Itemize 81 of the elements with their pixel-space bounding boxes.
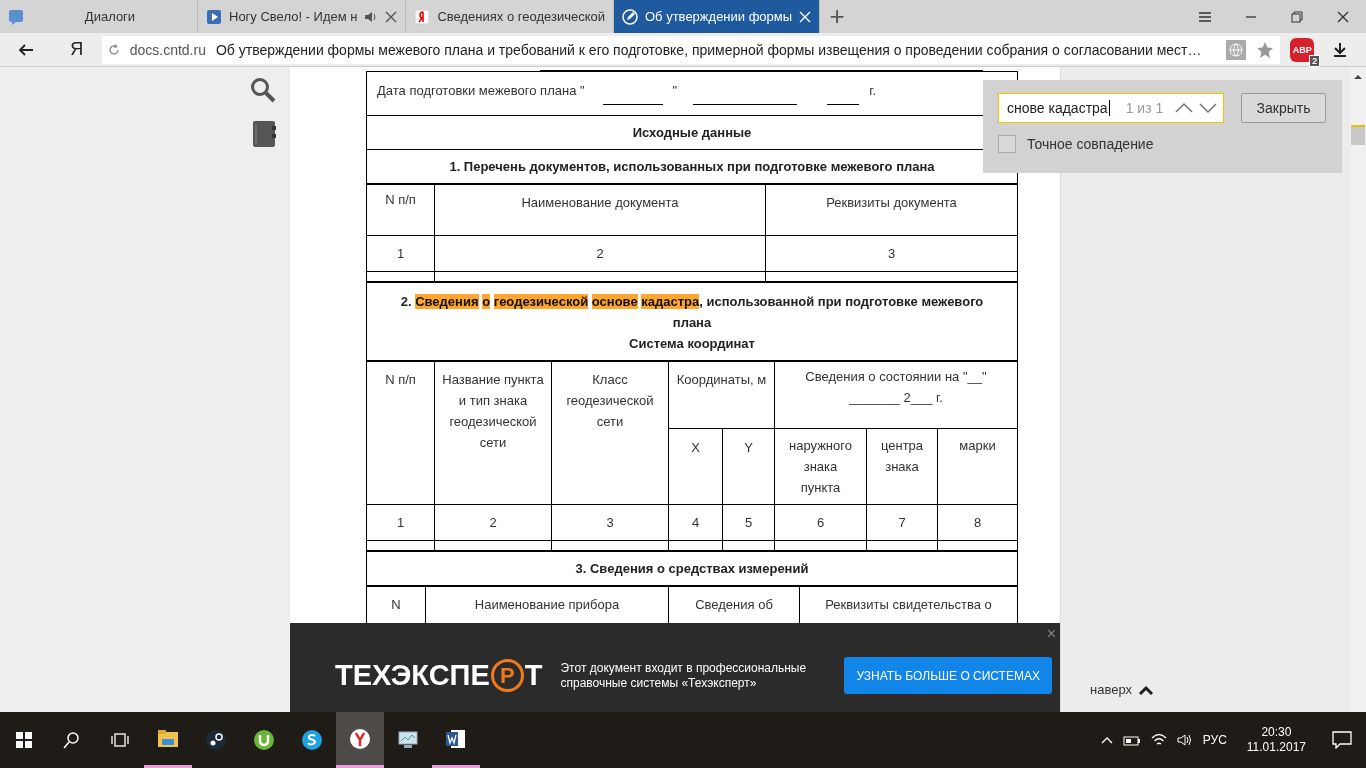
restore-icon[interactable]: [1289, 8, 1305, 25]
table-cell: 1: [366, 504, 435, 541]
year-label: г.: [869, 83, 876, 98]
section-title: 3. Сведения о средствах измерений: [366, 551, 1018, 586]
url-domain: docs.cntd.ru: [129, 41, 206, 58]
checkbox-label: Точное совпадение: [1027, 136, 1154, 152]
scroll-thumb[interactable]: [1351, 125, 1365, 145]
header-cell: Класс геодезической сети: [551, 361, 669, 505]
date-label: Дата подготовки межевого плана ": [377, 83, 585, 98]
scroll-up-icon[interactable]: [1353, 73, 1363, 81]
header-cell: Наименование документа: [434, 184, 766, 236]
close-button[interactable]: Закрыть: [1241, 93, 1326, 123]
battery-icon[interactable]: [1122, 734, 1141, 746]
chat-icon: [8, 8, 24, 25]
page-title: Об утверждении формы межевого плана и требований к его подготовке, примерной формы извещения о проведении собрания о согласовании мест…: [215, 41, 1203, 58]
search-icon[interactable]: [250, 77, 276, 103]
browser-tab[interactable]: Об утверждении формы: [614, 0, 821, 33]
table-cell: 2: [434, 235, 766, 272]
header-cell: марки: [937, 428, 1018, 505]
logo: ТЕХЭКСПЕ Р Т: [335, 659, 543, 692]
clock-time[interactable]: 20:30: [1261, 725, 1292, 740]
search-field[interactable]: снове кадастра 1 из 1: [998, 93, 1224, 123]
header-cell: наружного знака пункта: [774, 428, 867, 505]
exact-match-checkbox[interactable]: [998, 135, 1016, 153]
table-cell: 3: [765, 235, 1018, 272]
play-icon: [206, 8, 222, 25]
letter-icon: [414, 8, 431, 25]
header-cell: Координаты, м: [668, 361, 775, 429]
back-to-top-link[interactable]: наверх: [1090, 682, 1132, 697]
table-cell: 3: [551, 504, 669, 541]
notebook-icon[interactable]: [252, 120, 276, 148]
new-tab-button[interactable]: +: [822, 0, 853, 33]
back-icon[interactable]: [17, 42, 34, 57]
skype-icon[interactable]: [301, 729, 323, 751]
speaker-icon[interactable]: [364, 10, 379, 23]
header-cell: Сведения о состоянии на "__" _______ 2___ г.: [774, 361, 1018, 429]
header-cell: Реквизиты документа: [765, 184, 1018, 236]
folder-icon[interactable]: [157, 727, 179, 750]
pen-icon: [622, 8, 638, 25]
table-cell: 8: [937, 504, 1018, 541]
section-subtitle: Система координат: [628, 335, 756, 353]
learn-more-button[interactable]: УЗНАТЬ БОЛЬШЕ О СИСТЕМАХ: [844, 657, 1052, 694]
banner-text: Этот документ входит в профессиональные справочные системы «Техэксперт»: [560, 660, 808, 691]
steam-icon[interactable]: [205, 729, 227, 751]
table-cell: 6: [774, 504, 867, 541]
quote-mark: ": [672, 83, 678, 98]
previous-icon[interactable]: [1175, 103, 1193, 113]
yandex-button[interactable]: Я: [51, 39, 102, 60]
language-indicator[interactable]: РУС: [1202, 733, 1227, 747]
table-cell: 7: [866, 504, 938, 541]
star-icon[interactable]: [1256, 40, 1275, 59]
table-cell: 2: [434, 504, 552, 541]
table-cell: 1: [366, 235, 435, 272]
monitor-icon[interactable]: [397, 729, 419, 751]
chevron-up-icon[interactable]: [1138, 684, 1154, 695]
scrollbar[interactable]: [1350, 67, 1366, 712]
task-view-icon[interactable]: [111, 731, 129, 749]
wifi-icon[interactable]: [1150, 733, 1167, 747]
table-cell: 5: [722, 504, 775, 541]
close-button[interactable]: ×: [1046, 625, 1056, 643]
header-cell: N п/п: [366, 184, 435, 236]
download-icon[interactable]: [1332, 41, 1349, 58]
volume-icon[interactable]: [1176, 733, 1193, 747]
start-icon[interactable]: [15, 731, 33, 749]
header-cell: Название пункта и тип знака геодезической сети: [434, 361, 552, 505]
close-icon[interactable]: [385, 10, 398, 23]
address-field[interactable]: docs.cntd.ru Об утверждении формы межевого плана и требований к его подготовке, примерной формы извещения о проведении собрания о согласовании мест…: [101, 35, 1281, 64]
torrent-icon[interactable]: [253, 729, 275, 751]
document-icon[interactable]: [445, 727, 467, 750]
table-cell: 4: [668, 504, 723, 541]
next-icon[interactable]: [1199, 103, 1217, 113]
header-cell: N п/п: [366, 361, 435, 505]
browser-icon[interactable]: [349, 727, 371, 750]
reload-icon[interactable]: [107, 43, 120, 56]
notifications-icon[interactable]: [1332, 731, 1352, 749]
search-icon[interactable]: [63, 731, 81, 749]
header-cell: X: [668, 428, 723, 505]
clock-date[interactable]: 11.01.2017: [1246, 740, 1306, 755]
count-badge: 2: [1309, 54, 1321, 67]
header-cell: центра знака: [866, 428, 938, 505]
match-counter: 1 из 1: [1125, 100, 1165, 116]
